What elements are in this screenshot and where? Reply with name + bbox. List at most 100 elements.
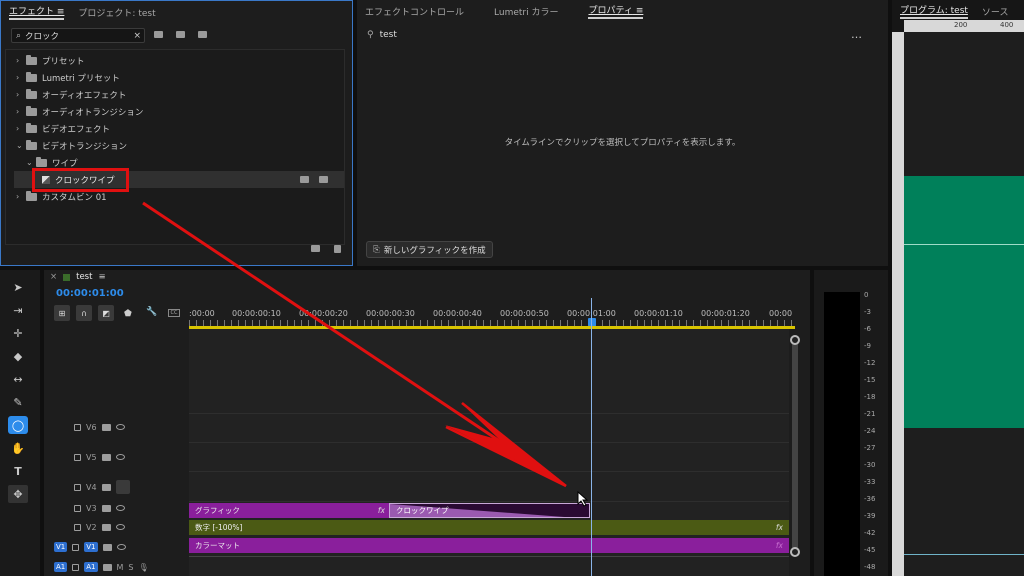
source-patch-v1[interactable]: V1 <box>54 542 68 552</box>
tree-item-lumetri-presets[interactable]: › Lumetri プリセット <box>16 69 336 86</box>
lock-icon[interactable] <box>72 563 80 571</box>
sync-lock-icon[interactable] <box>101 423 111 431</box>
tree-item-video-transitions[interactable]: ⌄ ビデオトランジション <box>16 137 336 154</box>
chevron-right-icon[interactable]: › <box>16 56 26 65</box>
linked-selection-icon[interactable]: ◩ <box>98 305 114 321</box>
tree-item-video-effects[interactable]: › ビデオエフェクト <box>16 120 336 137</box>
color-picker-icon[interactable]: ✥ <box>8 485 28 503</box>
track-header-v3[interactable]: V3 <box>52 498 189 518</box>
track-header-v6[interactable]: V6 <box>52 413 189 441</box>
sync-lock-icon[interactable] <box>101 523 111 531</box>
32bit-effects-icon[interactable] <box>176 31 185 38</box>
lock-icon[interactable] <box>72 543 80 551</box>
sync-lock-icon[interactable] <box>102 563 112 571</box>
tab-lumetri-color[interactable]: Lumetri カラー <box>494 5 558 18</box>
delete-icon[interactable] <box>334 245 341 253</box>
tree-item-audio-effects[interactable]: › オーディオエフェクト <box>16 86 336 103</box>
eye-icon[interactable] <box>115 505 125 511</box>
eye-icon[interactable] <box>116 544 126 550</box>
eye-icon[interactable] <box>115 454 125 460</box>
new-graphic-button[interactable]: ⎘ 新しいグラフィックを作成 <box>366 241 493 258</box>
more-options-icon[interactable]: … <box>851 28 862 41</box>
captions-icon[interactable]: CC <box>168 309 180 317</box>
track-select-icon[interactable]: ⇥ <box>8 301 28 319</box>
meter-scale-label: 0 <box>864 291 869 299</box>
tree-item-audio-transitions[interactable]: › オーディオトランジション <box>16 103 336 120</box>
tab-effects[interactable]: エフェクト ≡ <box>9 4 65 20</box>
sync-lock-icon[interactable] <box>102 543 112 551</box>
filter-icons <box>154 31 207 38</box>
tree-item-presets[interactable]: › プリセット <box>16 52 336 69</box>
tab-source[interactable]: ソース <box>982 5 1009 18</box>
lock-icon[interactable] <box>74 423 81 431</box>
chevron-down-icon[interactable]: ⌄ <box>26 158 36 167</box>
eye-icon[interactable] <box>115 424 125 430</box>
sync-lock-icon[interactable] <box>101 504 111 512</box>
track-header-v5[interactable]: V5 <box>52 443 189 471</box>
track-header-a1[interactable]: A1 A1 M S 🎙 <box>52 558 189 576</box>
meter-scale-label: -6 <box>864 325 871 333</box>
yuv-effects-icon[interactable] <box>198 31 207 38</box>
clip-graphic[interactable]: グラフィック fx <box>189 503 389 518</box>
hand-icon[interactable]: ✋ <box>8 439 28 457</box>
mute-button[interactable]: M <box>117 563 124 572</box>
tab-program[interactable]: プログラム: test <box>900 3 968 19</box>
clip-text[interactable]: 数字 [-100%] fx <box>189 520 789 535</box>
razor-icon[interactable]: ◆ <box>8 347 28 365</box>
snap-icon[interactable]: ∩ <box>76 305 92 321</box>
hamburger-icon[interactable]: ≡ <box>98 272 105 282</box>
chevron-right-icon[interactable]: › <box>16 73 26 82</box>
selection-tool-icon[interactable]: ➤ <box>8 278 28 296</box>
search-input[interactable]: クロック <box>25 30 129 42</box>
timeline-tab[interactable]: × test ≡ <box>50 272 106 282</box>
pen-icon[interactable]: ✎ <box>8 393 28 411</box>
effects-search[interactable]: ⌕ クロック × <box>11 28 145 43</box>
sync-lock-icon[interactable] <box>101 453 111 461</box>
playhead-handle[interactable] <box>588 318 596 326</box>
meter-scale-label: -24 <box>864 427 876 435</box>
lock-icon[interactable] <box>74 523 81 531</box>
chevron-right-icon[interactable]: › <box>16 90 26 99</box>
source-patch-a1[interactable]: A1 <box>54 562 68 572</box>
chevron-right-icon[interactable]: › <box>16 107 26 116</box>
clear-search-icon[interactable]: × <box>133 31 141 41</box>
tab-project[interactable]: プロジェクト: test <box>78 6 155 19</box>
folder-icon <box>26 105 37 116</box>
nest-toggle-icon[interactable]: ⊞ <box>54 305 70 321</box>
folder-icon <box>26 190 37 201</box>
timeline-scrollbar[interactable] <box>790 335 800 557</box>
ellipse-icon[interactable]: ◯ <box>8 416 28 434</box>
chevron-right-icon[interactable]: › <box>16 124 26 133</box>
tab-properties[interactable]: プロパティ ≡ <box>588 3 644 19</box>
lock-icon[interactable] <box>74 453 81 461</box>
track-header-v1[interactable]: V1 V1 <box>52 538 189 556</box>
meter-scale-label: -45 <box>864 546 876 554</box>
new-bin-icon[interactable] <box>311 245 320 252</box>
lock-icon[interactable] <box>74 483 81 491</box>
chevron-down-icon[interactable]: ⌄ <box>16 141 26 150</box>
lock-icon[interactable] <box>74 504 81 512</box>
eye-icon[interactable] <box>115 524 125 530</box>
meter-scale-label: -27 <box>864 444 876 452</box>
wrench-icon[interactable]: 🔧 <box>146 307 157 317</box>
transition-clock-wipe[interactable]: クロックワイプ <box>389 503 590 518</box>
microphone-icon[interactable]: 🎙 <box>138 563 148 572</box>
solo-button[interactable]: S <box>128 563 133 572</box>
close-icon[interactable]: × <box>50 272 57 282</box>
track-header-v2[interactable]: V2 <box>52 518 189 536</box>
marker-icon[interactable]: ⬟ <box>124 309 132 319</box>
accelerated-effects-icon[interactable] <box>154 31 163 38</box>
track-header-v4[interactable]: V4 <box>52 473 189 501</box>
accelerated-badge-icon <box>300 176 309 183</box>
eye-hidden-icon[interactable] <box>115 480 130 494</box>
timecode-display[interactable]: 00:00:01:00 <box>56 288 124 299</box>
clip-color-matte[interactable]: カラーマット fx <box>189 538 789 553</box>
sync-lock-icon[interactable] <box>101 483 111 491</box>
ruler-label: 00:00:00:10 <box>232 309 281 318</box>
tab-effect-controls[interactable]: エフェクトコントロール <box>365 5 464 18</box>
slip-icon[interactable]: ↔ <box>8 370 28 388</box>
type-icon[interactable]: T <box>8 462 28 480</box>
ripple-edit-icon[interactable]: ✛ <box>8 324 28 342</box>
chevron-right-icon[interactable]: › <box>16 192 26 201</box>
program-ruler-top: 200 400 <box>904 20 1024 32</box>
